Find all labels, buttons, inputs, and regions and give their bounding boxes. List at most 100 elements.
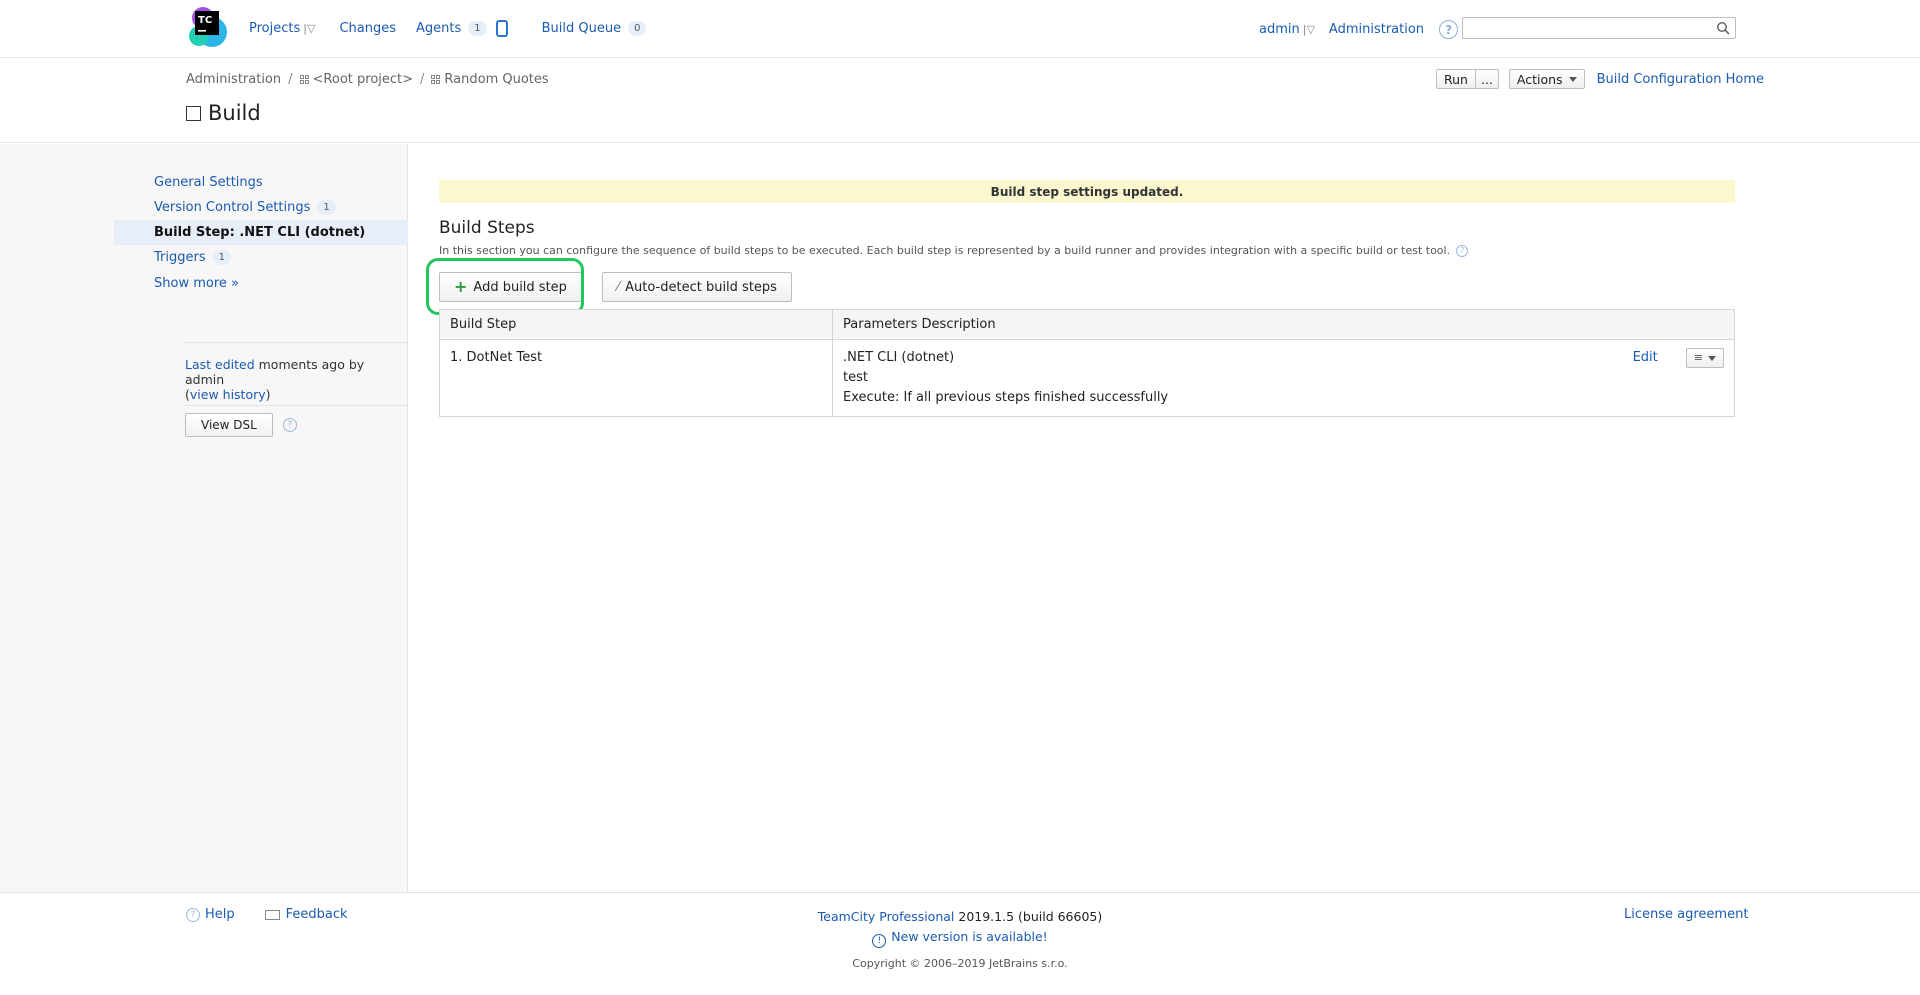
- auto-detect-button[interactable]: ⁄ Auto-detect build steps: [601, 272, 792, 302]
- column-header-parameters: Parameters Description: [832, 309, 1735, 340]
- section-description-text: In this section you can configure the se…: [439, 244, 1451, 257]
- logo-text: TC: [198, 15, 212, 26]
- breadcrumb-separator: /: [420, 72, 425, 87]
- column-header-build-step: Build Step: [439, 309, 833, 340]
- agents-count-badge: 1: [468, 21, 487, 36]
- chevron-down-icon: [1568, 76, 1577, 82]
- help-icon[interactable]: ?: [1439, 20, 1459, 39]
- page-header: Administration / <Root project> / Random…: [0, 58, 1920, 143]
- breadcrumb-separator: /: [288, 72, 293, 87]
- build-step-buttons: + Add build step ⁄ Auto-detect build ste…: [439, 272, 792, 302]
- run-button[interactable]: Run: [1436, 69, 1476, 89]
- search-icon[interactable]: [1716, 21, 1730, 35]
- edit-step-link[interactable]: Edit: [1633, 348, 1658, 368]
- agent-icon[interactable]: [495, 20, 508, 37]
- sidebar-item-triggers[interactable]: Triggers 1: [114, 245, 408, 270]
- breadcrumb: Administration / <Root project> / Random…: [186, 72, 549, 87]
- run-button-group: Run ...: [1436, 69, 1499, 89]
- breadcrumb-administration[interactable]: Administration: [186, 72, 281, 87]
- view-history-link[interactable]: view history: [190, 387, 266, 402]
- sidebar-item-label: Version Control Settings: [154, 200, 311, 215]
- nav-build-queue[interactable]: Build Queue 0: [542, 21, 647, 36]
- copyright-text: Copyright © 2006–2019 JetBrains s.r.o.: [852, 957, 1068, 970]
- parameters-description: .NET CLI (dotnet) test Execute: If all p…: [843, 348, 1168, 408]
- sidebar-item-build-step[interactable]: Build Step: .NET CLI (dotnet): [114, 220, 408, 245]
- build-steps-table: Build Step Parameters Description 1. Dot…: [439, 309, 1735, 417]
- nav-agents[interactable]: Agents 1: [416, 20, 508, 37]
- table-header-row: Build Step Parameters Description: [439, 309, 1735, 340]
- sidebar-nav: General Settings Version Control Setting…: [114, 170, 408, 291]
- show-more-link[interactable]: Show more »: [114, 276, 408, 291]
- breadcrumb-root-project[interactable]: <Root project>: [313, 72, 414, 87]
- build-queue-count-badge: 0: [628, 21, 647, 36]
- sidebar-divider: [185, 342, 408, 343]
- sidebar-item-general-settings[interactable]: General Settings: [114, 170, 408, 195]
- runner-type: .NET CLI (dotnet): [843, 350, 955, 365]
- build-actions: Run ... Actions Build Configuration Home: [1436, 69, 1764, 89]
- add-build-step-button[interactable]: + Add build step: [439, 272, 582, 302]
- teamcity-logo[interactable]: TC: [187, 6, 229, 48]
- build-step-name[interactable]: 1. DotNet Test: [439, 339, 833, 417]
- info-icon: !: [872, 934, 887, 948]
- step-menu-button[interactable]: ≡: [1685, 348, 1724, 368]
- row-actions: Edit ≡: [1633, 348, 1724, 408]
- section-description: In this section you can configure the se…: [439, 244, 1469, 257]
- sidebar-divider: [185, 405, 408, 406]
- actions-dropdown[interactable]: Actions: [1508, 69, 1585, 89]
- user-menu[interactable]: admin: [1259, 22, 1300, 37]
- license-agreement-link[interactable]: License agreement: [1624, 907, 1748, 922]
- plus-icon: +: [454, 277, 468, 296]
- run-custom-button[interactable]: ...: [1475, 69, 1499, 89]
- success-notice: Build step settings updated.: [439, 180, 1735, 203]
- product-link[interactable]: TeamCity Professional: [818, 909, 955, 924]
- add-build-step-label: Add build step: [473, 279, 567, 295]
- search-input[interactable]: [1462, 17, 1736, 39]
- chevron-down-icon: [1708, 355, 1716, 361]
- section-title: Build Steps: [439, 218, 535, 238]
- footer-right: License agreement: [1624, 907, 1748, 922]
- project-icon: [299, 75, 309, 84]
- paren-close: ): [265, 387, 271, 402]
- execute-condition: Execute: If all previous steps finished …: [843, 390, 1169, 405]
- user-dropdown-icon[interactable]: |▽: [1303, 23, 1315, 36]
- administration-link[interactable]: Administration: [1329, 22, 1424, 37]
- parameters-cell: .NET CLI (dotnet) test Execute: If all p…: [843, 348, 1724, 408]
- new-version-link[interactable]: New version is available!: [891, 929, 1047, 944]
- sidebar-item-label: General Settings: [154, 175, 263, 190]
- nav-changes-label: Changes: [339, 21, 396, 36]
- sidebar-item-label: Build Step: .NET CLI (dotnet): [154, 225, 366, 240]
- breadcrumb-random-quotes[interactable]: Random Quotes: [444, 72, 548, 87]
- build-configuration-home-link[interactable]: Build Configuration Home: [1597, 72, 1764, 87]
- actions-label: Actions: [1516, 71, 1563, 87]
- settings-sidebar: General Settings Version Control Setting…: [0, 144, 408, 892]
- auto-detect-label: Auto-detect build steps: [625, 279, 777, 295]
- build-step-parameters: .NET CLI (dotnet) test Execute: If all p…: [832, 339, 1735, 417]
- help-icon[interactable]: ?: [282, 418, 297, 432]
- nav-projects-label: Projects: [249, 21, 301, 36]
- project-icon: [431, 75, 441, 84]
- search-field[interactable]: [1463, 18, 1703, 38]
- last-edited-link[interactable]: Last edited: [185, 357, 255, 372]
- view-dsl-button[interactable]: View DSL: [185, 413, 273, 437]
- projects-dropdown-icon[interactable]: |▽: [303, 22, 315, 35]
- build-config-icon: [186, 105, 201, 121]
- sidebar-item-version-control[interactable]: Version Control Settings 1: [114, 195, 408, 220]
- main-content: Build step settings updated. Build Steps…: [409, 144, 1920, 892]
- new-version-line: ! New version is available!: [0, 927, 1920, 948]
- page-title-text: Build: [208, 101, 261, 125]
- user-nav: admin |▽ Administration ?: [1259, 20, 1459, 39]
- help-icon[interactable]: ?: [1456, 244, 1469, 257]
- list-icon: ≡: [1693, 351, 1703, 364]
- view-dsl-area: View DSL ?: [185, 413, 297, 437]
- table-row[interactable]: 1. DotNet Test .NET CLI (dotnet) test Ex…: [439, 339, 1735, 417]
- vcs-count-badge: 1: [317, 200, 336, 215]
- last-edited-info: Last edited moments ago by admin (view h…: [185, 357, 400, 402]
- magic-wand-icon: ⁄: [616, 279, 620, 295]
- page-title: Build: [186, 101, 261, 125]
- version-text: 2019.1.5 (build 66605): [958, 909, 1103, 924]
- nav-changes[interactable]: Changes: [339, 21, 396, 36]
- nav-build-queue-label: Build Queue: [541, 21, 622, 36]
- sidebar-item-label: Triggers: [154, 250, 206, 265]
- nav-projects[interactable]: Projects |▽: [249, 21, 315, 36]
- runner-command: test: [843, 370, 868, 385]
